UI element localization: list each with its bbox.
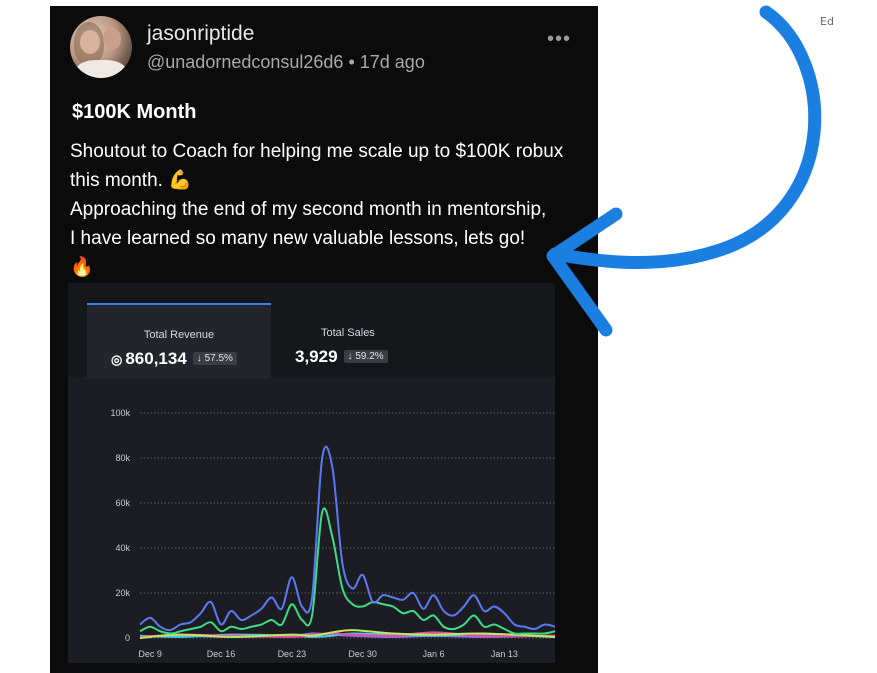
revenue-dashboard-image: Total Revenue ◎ 860,134 ↓ 57.5% Total Sale… [68,283,555,663]
avatar[interactable] [70,16,132,78]
x-tick-label: Dec 30 [348,649,377,659]
x-tick-label: Dec 9 [138,649,162,659]
tab-value: ◎ 860,134 ↓ 57.5% [111,349,237,369]
x-tick-label: Dec 23 [278,649,307,659]
y-tick-label: 20k [115,588,130,598]
post-body: Shoutout to Coach for helping me scale u… [70,141,564,278]
separator-dot: • [348,52,360,72]
tab-total-revenue[interactable]: Total Revenue ◎ 860,134 ↓ 57.5% [87,303,271,379]
tab-label: Total Revenue [143,329,215,341]
username[interactable]: jasonriptide [147,22,254,46]
corner-text: Ed [820,15,834,28]
x-tick-label: Jan 6 [423,649,445,659]
revenue-line-chart: 0 20k 40k 60k 80k 100k Dec 9 Dec 16 Dec 23 Dec 30… [110,408,555,659]
y-tick-label: 40k [115,543,130,553]
revenue-delta-badge: ↓ 57.5% [192,352,237,365]
robux-icon: ◎ [111,352,123,367]
x-tick-label: Jan 13 [491,649,518,659]
handle-time: @unadornedconsul26d6 • 17d ago [147,52,425,73]
y-tick-label: 80k [115,453,130,463]
series-line [139,507,555,635]
handle[interactable]: @unadornedconsul26d6 [147,52,343,72]
more-options-icon[interactable]: ••• [547,28,571,51]
revenue-value: 860,134 [125,349,187,368]
tab-label: Total Sales [321,327,375,339]
series-line [139,445,555,632]
y-tick-label: 0 [125,633,130,643]
tab-total-sales[interactable]: Total Sales 3,929 ↓ 59.2% [271,303,523,377]
tab-value: 3,929 ↓ 59.2% [295,347,388,367]
sales-value: 3,929 [295,347,338,366]
post-title: $100K Month [72,101,197,123]
sales-delta-badge: ↓ 59.2% [343,350,388,363]
post-time: 17d ago [359,52,425,72]
y-tick-label: 100k [110,408,130,418]
y-tick-label: 60k [115,498,130,508]
x-tick-label: Dec 16 [207,649,236,659]
